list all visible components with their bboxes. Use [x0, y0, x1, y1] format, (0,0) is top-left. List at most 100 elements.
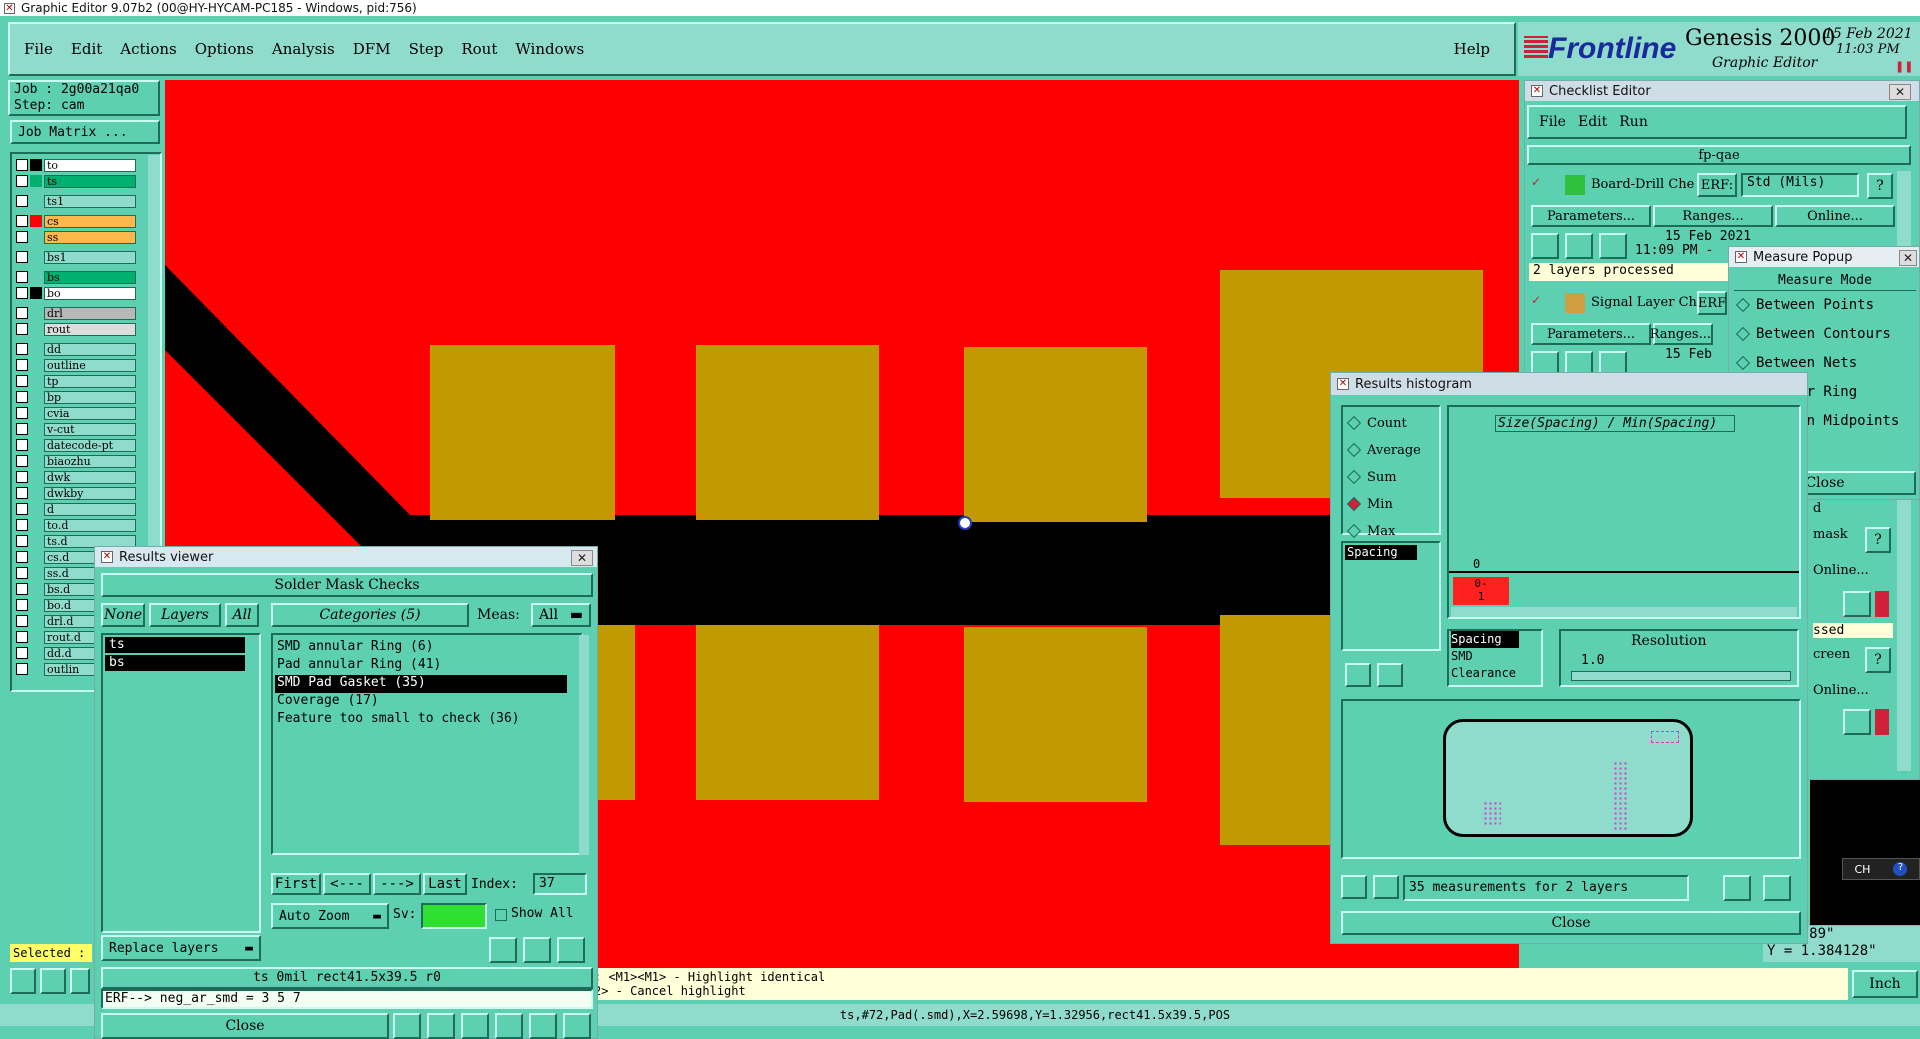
std-field[interactable]: Std (Mils) — [1741, 173, 1859, 197]
layer-row[interactable]: cs — [16, 214, 136, 228]
pad[interactable] — [964, 347, 1147, 522]
layer-row[interactable]: drl — [16, 306, 136, 320]
layer-checkbox[interactable] — [16, 359, 28, 371]
layer-checkbox[interactable] — [16, 519, 28, 531]
auto-zoom-dropdown[interactable]: Auto Zoom ▬ — [271, 903, 389, 929]
show-all-checkbox[interactable] — [495, 909, 507, 921]
list-item[interactable]: Pad annular Ring (41) — [275, 657, 579, 675]
prop-item[interactable]: SMD — [1451, 648, 1541, 665]
parameters-button[interactable]: Parameters... — [1531, 205, 1651, 227]
list-item[interactable]: Coverage (17) — [275, 693, 579, 711]
tool-icon-1[interactable] — [393, 1013, 421, 1039]
checklist-menu-run[interactable]: Run — [1619, 114, 1648, 130]
layer-checkbox[interactable] — [16, 407, 28, 419]
help-icon[interactable]: ? — [1865, 647, 1891, 673]
layer-row[interactable]: ts1 — [16, 194, 136, 208]
measure-between-contours[interactable]: Between Contours — [1734, 322, 1918, 346]
menu-file[interactable]: File — [24, 40, 53, 58]
category-scrollbar[interactable] — [579, 635, 589, 855]
layer-checkbox[interactable] — [16, 551, 28, 563]
layer-row[interactable]: datecode-pt — [16, 438, 136, 452]
parameters-button[interactable]: Parameters... — [1531, 323, 1651, 345]
list-item[interactable]: SMD Pad Gasket (35) — [275, 675, 567, 693]
layer-row[interactable]: tp — [16, 374, 136, 388]
layer-checkbox[interactable] — [16, 455, 28, 467]
chart-icon[interactable] — [563, 1013, 591, 1039]
layer-checkbox[interactable] — [16, 231, 28, 243]
layer-checkbox[interactable] — [16, 663, 28, 675]
layer-row[interactable]: to.d — [16, 518, 136, 532]
layer-row[interactable]: biaozhu — [16, 454, 136, 468]
chart-icon[interactable] — [1763, 875, 1791, 901]
undo-icon[interactable] — [557, 937, 585, 963]
tool-draw-icon[interactable] — [40, 968, 66, 994]
list-item[interactable]: bs — [105, 655, 245, 671]
layer-row[interactable]: v-cut — [16, 422, 136, 436]
layer-checkbox[interactable] — [16, 323, 28, 335]
ranges-button[interactable]: Ranges... — [1653, 205, 1773, 227]
layer-checkbox[interactable] — [16, 175, 28, 187]
erf-button[interactable]: ERF — [1697, 291, 1727, 315]
prev-button[interactable]: <--- — [323, 873, 371, 895]
menu-windows[interactable]: Windows — [515, 40, 584, 58]
layer-checkbox[interactable] — [16, 423, 28, 435]
layer-row[interactable]: rout — [16, 322, 136, 336]
layer-checkbox[interactable] — [16, 343, 28, 355]
histogram-hscroll[interactable] — [1451, 607, 1797, 617]
layer-checkbox[interactable] — [16, 487, 28, 499]
menu-options[interactable]: Options — [195, 40, 254, 58]
prop-item[interactable]: Clearance — [1451, 665, 1541, 682]
zoom-icon[interactable] — [1843, 709, 1871, 735]
layer-checkbox[interactable] — [16, 647, 28, 659]
pad[interactable] — [696, 345, 879, 520]
del-icon[interactable] — [1341, 875, 1367, 899]
layer-row[interactable]: cvia — [16, 406, 136, 420]
category-list[interactable]: SMD annular Ring (6) Pad annular Ring (4… — [271, 633, 583, 855]
menu-rout[interactable]: Rout — [461, 40, 497, 58]
replace-layers-dropdown[interactable]: Replace layers ▬ — [101, 935, 261, 961]
histogram-close-button[interactable]: Close — [1341, 911, 1801, 935]
tool-icon-4[interactable] — [495, 1013, 523, 1039]
layer-checkbox[interactable] — [16, 583, 28, 595]
layer-checkbox[interactable] — [16, 159, 28, 171]
chart-icon[interactable] — [1723, 875, 1751, 901]
layer-checkbox[interactable] — [16, 195, 28, 207]
layer-checkbox[interactable] — [16, 471, 28, 483]
erf-button[interactable]: ERF: — [1697, 173, 1737, 197]
resolution-slider[interactable] — [1571, 671, 1791, 681]
layer-row[interactable]: dd — [16, 342, 136, 356]
menu-dfm[interactable]: DFM — [353, 40, 391, 58]
ranges-button[interactable]: Ranges... — [1650, 323, 1713, 345]
last-button[interactable]: Last — [423, 873, 467, 895]
first-button[interactable]: First — [271, 873, 321, 895]
layers-all-button[interactable]: All — [225, 603, 259, 627]
help-icon[interactable]: ? — [1867, 173, 1893, 199]
layer-checkbox[interactable] — [16, 391, 28, 403]
partial-online[interactable]: Online... — [1813, 683, 1869, 698]
prop-item[interactable]: Spacing — [1451, 631, 1519, 648]
stat-sum[interactable]: Sum — [1345, 465, 1439, 489]
tool-select-icon[interactable] — [10, 968, 36, 994]
tool-icon-2[interactable] — [427, 1013, 455, 1039]
job-matrix-button[interactable]: Job Matrix ... — [10, 120, 160, 144]
checklist-menu-edit[interactable]: Edit — [1578, 114, 1607, 130]
sv-color-dropdown[interactable] — [421, 903, 487, 929]
layer-row[interactable]: bs1 — [16, 250, 136, 264]
help-icon[interactable]: ? — [1865, 527, 1891, 553]
stat-average[interactable]: Average — [1345, 438, 1439, 462]
layers-none-button[interactable]: None — [101, 603, 145, 627]
layer-checkbox[interactable] — [16, 631, 28, 643]
list-item[interactable]: SMD annular Ring (6) — [275, 639, 579, 657]
zoom-icon[interactable] — [1843, 591, 1871, 617]
next-button[interactable]: ---> — [373, 873, 421, 895]
prop-list[interactable]: Spacing SMD Clearance — [1447, 629, 1543, 687]
histogram-bar[interactable]: 0- 1 — [1453, 577, 1509, 605]
layer-checkbox[interactable] — [16, 615, 28, 627]
list-item[interactable]: Spacing — [1345, 545, 1417, 560]
layer-row[interactable]: to — [16, 158, 136, 172]
layer-checkbox[interactable] — [16, 251, 28, 263]
layer-checkbox[interactable] — [16, 215, 28, 227]
layer-row[interactable]: dwkby — [16, 486, 136, 500]
close-icon[interactable]: ✕ — [1899, 250, 1917, 266]
layer-checkbox[interactable] — [16, 375, 28, 387]
